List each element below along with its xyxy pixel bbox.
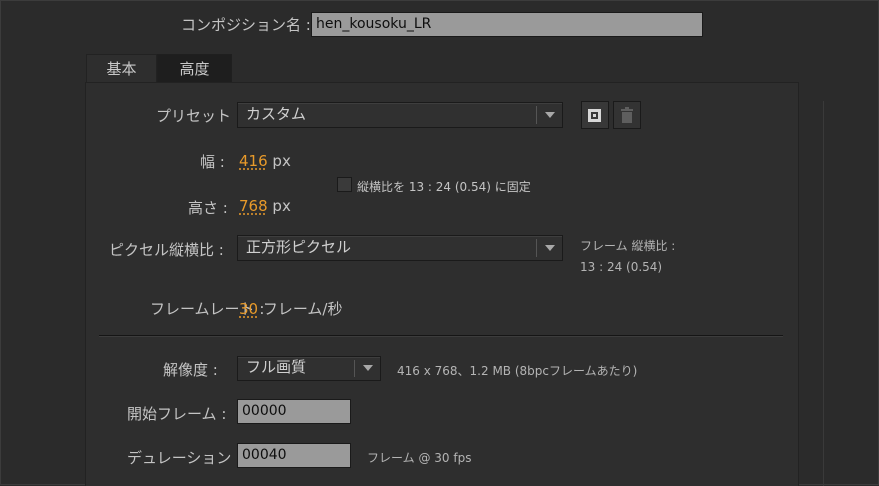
aspect-lock-checkbox[interactable] xyxy=(337,177,352,192)
preset-label: プリセット : xyxy=(156,107,241,125)
width-field[interactable]: 416 px xyxy=(239,152,291,170)
comp-name-label: コンポジション名 : xyxy=(181,16,311,34)
width-unit: px xyxy=(272,152,291,170)
width-label: 幅 : xyxy=(200,153,225,171)
comp-name-input[interactable]: hen_kousoku_LR xyxy=(311,12,703,37)
dropdown-separator xyxy=(536,106,537,124)
width-value[interactable]: 416 xyxy=(239,152,268,170)
start-frame-label: 開始フレーム : xyxy=(127,405,227,423)
pixel-aspect-value: 正方形ピクセル xyxy=(246,238,352,256)
preset-value: カスタム xyxy=(246,105,307,123)
chevron-down-icon xyxy=(545,245,555,251)
duration-info: フレーム @ 30 fps xyxy=(367,451,472,465)
resolution-value: フル画質 xyxy=(246,358,307,376)
resolution-dropdown[interactable]: フル画質 xyxy=(237,356,381,381)
dropdown-separator xyxy=(536,239,537,257)
pixel-aspect-label: ピクセル縦横比 : xyxy=(109,241,224,259)
preset-dropdown[interactable]: カスタム xyxy=(237,102,563,128)
resolution-label: 解像度 : xyxy=(163,361,218,379)
frame-aspect-label: フレーム 縦横比 : xyxy=(580,239,676,253)
height-label: 高さ : xyxy=(188,199,228,217)
height-unit: px xyxy=(272,197,291,215)
resolution-info: 416 x 768、1.2 MB (8bpcフレームあたり) xyxy=(397,364,638,378)
right-divider xyxy=(823,101,824,486)
aspect-lock-label: 縦横比を 13 : 24 (0.54) に固定 xyxy=(357,180,531,194)
delete-preset-button[interactable] xyxy=(613,101,641,129)
basic-settings-panel xyxy=(85,82,799,486)
duration-input[interactable]: 00040 xyxy=(237,443,351,468)
duration-label: デュレーション : xyxy=(127,449,242,467)
tab-advanced[interactable]: 高度 xyxy=(157,54,232,83)
frame-rate-field[interactable]: 30 フレーム/秒 xyxy=(239,298,342,319)
trash-icon xyxy=(621,107,633,123)
chevron-down-icon xyxy=(363,365,373,371)
pixel-aspect-dropdown[interactable]: 正方形ピクセル xyxy=(237,235,563,261)
height-field[interactable]: 768 px xyxy=(239,197,291,215)
dropdown-separator xyxy=(354,360,355,377)
height-value[interactable]: 768 xyxy=(239,197,268,215)
section-divider xyxy=(99,335,783,336)
frame-aspect-value: 13 : 24 (0.54) xyxy=(580,260,663,274)
save-preset-icon xyxy=(588,109,601,122)
chevron-down-icon xyxy=(545,112,555,118)
frame-rate-unit: フレーム/秒 xyxy=(262,300,343,318)
frame-rate-value[interactable]: 30 xyxy=(239,300,258,318)
tab-basic[interactable]: 基本 xyxy=(86,54,157,83)
save-preset-button[interactable] xyxy=(581,101,609,129)
start-frame-input[interactable]: 00000 xyxy=(237,399,351,424)
